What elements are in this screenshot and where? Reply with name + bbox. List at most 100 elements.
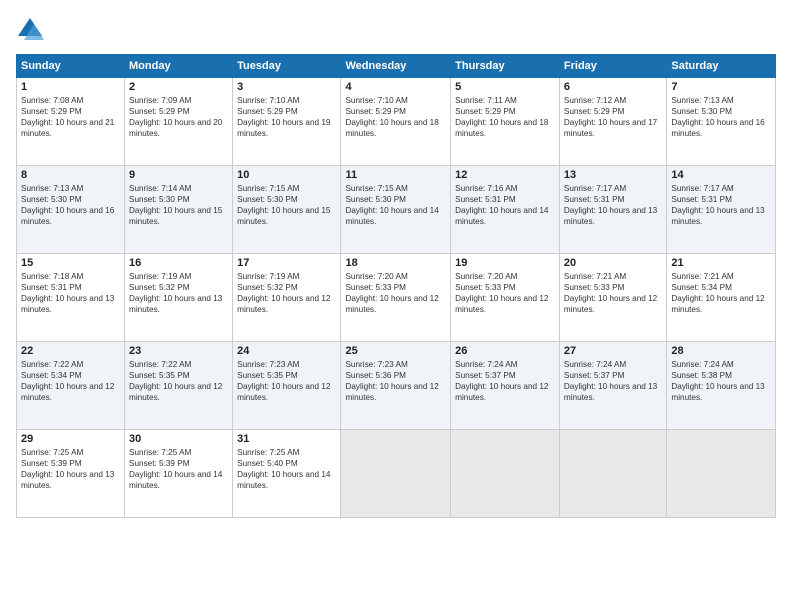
- calendar-cell: 18Sunrise: 7:20 AMSunset: 5:33 PMDayligh…: [341, 254, 451, 342]
- day-number: 4: [345, 81, 446, 93]
- day-number: 23: [129, 345, 228, 357]
- logo: [16, 16, 48, 44]
- day-info: Sunrise: 7:24 AMSunset: 5:37 PMDaylight:…: [455, 359, 555, 403]
- day-number: 15: [21, 257, 120, 269]
- calendar-cell: 21Sunrise: 7:21 AMSunset: 5:34 PMDayligh…: [667, 254, 776, 342]
- day-number: 6: [564, 81, 662, 93]
- calendar-cell: 30 Sunrise: 7:25 AMSunset: 5:39 PMDayligh…: [125, 430, 233, 518]
- day-info: Sunrise: 7:24 AMSunset: 5:37 PMDaylight:…: [564, 359, 662, 403]
- day-info: Sunrise: 7:10 AMSunset: 5:29 PMDaylight:…: [345, 95, 446, 139]
- calendar-week-3: 15 Sunrise: 7:18 AMSunset: 5:31 PMDayligh…: [17, 254, 776, 342]
- calendar-cell: 31 Sunrise: 7:25 AMSunset: 5:40 PMDayligh…: [233, 430, 341, 518]
- calendar-cell: 14Sunrise: 7:17 AMSunset: 5:31 PMDayligh…: [667, 166, 776, 254]
- day-number: 10: [237, 169, 336, 181]
- day-info: Sunrise: 7:22 AMSunset: 5:34 PMDaylight:…: [21, 359, 120, 403]
- calendar-cell: 7 Sunrise: 7:13 AMSunset: 5:30 PMDaylight…: [667, 78, 776, 166]
- day-number: 16: [129, 257, 228, 269]
- day-info: Sunrise: 7:22 AMSunset: 5:35 PMDaylight:…: [129, 359, 228, 403]
- calendar-cell: 29 Sunrise: 7:25 AMSunset: 5:39 PMDayligh…: [17, 430, 125, 518]
- day-number: 9: [129, 169, 228, 181]
- day-number: 26: [455, 345, 555, 357]
- day-number: 17: [237, 257, 336, 269]
- calendar-cell: [559, 430, 666, 518]
- calendar-cell: 1 Sunrise: 7:08 AMSunset: 5:29 PMDaylight…: [17, 78, 125, 166]
- weekday-header-friday: Friday: [559, 55, 666, 78]
- day-info: Sunrise: 7:25 AMSunset: 5:40 PMDaylight:…: [237, 447, 336, 491]
- weekday-header-monday: Monday: [125, 55, 233, 78]
- calendar-cell: 5 Sunrise: 7:11 AMSunset: 5:29 PMDaylight…: [451, 78, 560, 166]
- calendar-header-row: SundayMondayTuesdayWednesdayThursdayFrid…: [17, 55, 776, 78]
- calendar-cell: 6 Sunrise: 7:12 AMSunset: 5:29 PMDaylight…: [559, 78, 666, 166]
- day-info: Sunrise: 7:13 AMSunset: 5:30 PMDaylight:…: [21, 183, 120, 227]
- day-info: Sunrise: 7:11 AMSunset: 5:29 PMDaylight:…: [455, 95, 555, 139]
- day-info: Sunrise: 7:19 AMSunset: 5:32 PMDaylight:…: [129, 271, 228, 315]
- day-info: Sunrise: 7:24 AMSunset: 5:38 PMDaylight:…: [671, 359, 771, 403]
- day-info: Sunrise: 7:20 AMSunset: 5:33 PMDaylight:…: [455, 271, 555, 315]
- day-info: Sunrise: 7:20 AMSunset: 5:33 PMDaylight:…: [345, 271, 446, 315]
- calendar-cell: [341, 430, 451, 518]
- day-number: 31: [237, 433, 336, 445]
- day-number: 24: [237, 345, 336, 357]
- day-info: Sunrise: 7:17 AMSunset: 5:31 PMDaylight:…: [564, 183, 662, 227]
- calendar-cell: 12 Sunrise: 7:16 AMSunset: 5:31 PMDayligh…: [451, 166, 560, 254]
- day-number: 11: [345, 169, 446, 181]
- day-info: Sunrise: 7:25 AMSunset: 5:39 PMDaylight:…: [21, 447, 120, 491]
- calendar-cell: 27 Sunrise: 7:24 AMSunset: 5:37 PMDayligh…: [559, 342, 666, 430]
- day-info: Sunrise: 7:25 AMSunset: 5:39 PMDaylight:…: [129, 447, 228, 491]
- day-number: 3: [237, 81, 336, 93]
- calendar-cell: [451, 430, 560, 518]
- weekday-header-wednesday: Wednesday: [341, 55, 451, 78]
- logo-icon: [16, 16, 44, 44]
- day-info: Sunrise: 7:21 AMSunset: 5:33 PMDaylight:…: [564, 271, 662, 315]
- day-number: 30: [129, 433, 228, 445]
- calendar-cell: 8 Sunrise: 7:13 AMSunset: 5:30 PMDaylight…: [17, 166, 125, 254]
- calendar-week-4: 22 Sunrise: 7:22 AMSunset: 5:34 PMDayligh…: [17, 342, 776, 430]
- day-info: Sunrise: 7:19 AMSunset: 5:32 PMDaylight:…: [237, 271, 336, 315]
- day-number: 1: [21, 81, 120, 93]
- weekday-header-sunday: Sunday: [17, 55, 125, 78]
- calendar-cell: 17 Sunrise: 7:19 AMSunset: 5:32 PMDayligh…: [233, 254, 341, 342]
- day-info: Sunrise: 7:15 AMSunset: 5:30 PMDaylight:…: [345, 183, 446, 227]
- calendar-week-1: 1 Sunrise: 7:08 AMSunset: 5:29 PMDaylight…: [17, 78, 776, 166]
- calendar-cell: 25 Sunrise: 7:23 AMSunset: 5:36 PMDayligh…: [341, 342, 451, 430]
- calendar-table: SundayMondayTuesdayWednesdayThursdayFrid…: [16, 54, 776, 518]
- day-info: Sunrise: 7:15 AMSunset: 5:30 PMDaylight:…: [237, 183, 336, 227]
- day-number: 27: [564, 345, 662, 357]
- calendar-cell: 20Sunrise: 7:21 AMSunset: 5:33 PMDayligh…: [559, 254, 666, 342]
- calendar-cell: 13 Sunrise: 7:17 AMSunset: 5:31 PMDayligh…: [559, 166, 666, 254]
- day-number: 7: [671, 81, 771, 93]
- day-number: 19: [455, 257, 555, 269]
- calendar-cell: 28Sunrise: 7:24 AMSunset: 5:38 PMDayligh…: [667, 342, 776, 430]
- day-info: Sunrise: 7:18 AMSunset: 5:31 PMDaylight:…: [21, 271, 120, 315]
- calendar-cell: 2 Sunrise: 7:09 AMSunset: 5:29 PMDaylight…: [125, 78, 233, 166]
- day-number: 25: [345, 345, 446, 357]
- day-number: 5: [455, 81, 555, 93]
- day-number: 12: [455, 169, 555, 181]
- day-number: 21: [671, 257, 771, 269]
- calendar-cell: 22 Sunrise: 7:22 AMSunset: 5:34 PMDayligh…: [17, 342, 125, 430]
- page: SundayMondayTuesdayWednesdayThursdayFrid…: [0, 0, 792, 612]
- calendar-cell: 3Sunrise: 7:10 AMSunset: 5:29 PMDaylight…: [233, 78, 341, 166]
- calendar-cell: 19 Sunrise: 7:20 AMSunset: 5:33 PMDayligh…: [451, 254, 560, 342]
- day-number: 29: [21, 433, 120, 445]
- day-number: 13: [564, 169, 662, 181]
- day-info: Sunrise: 7:23 AMSunset: 5:36 PMDaylight:…: [345, 359, 446, 403]
- day-info: Sunrise: 7:13 AMSunset: 5:30 PMDaylight:…: [671, 95, 771, 139]
- day-info: Sunrise: 7:12 AMSunset: 5:29 PMDaylight:…: [564, 95, 662, 139]
- calendar-cell: 9Sunrise: 7:14 AMSunset: 5:30 PMDaylight…: [125, 166, 233, 254]
- calendar-cell: 24Sunrise: 7:23 AMSunset: 5:35 PMDayligh…: [233, 342, 341, 430]
- day-info: Sunrise: 7:16 AMSunset: 5:31 PMDaylight:…: [455, 183, 555, 227]
- calendar-cell: 4 Sunrise: 7:10 AMSunset: 5:29 PMDaylight…: [341, 78, 451, 166]
- day-number: 8: [21, 169, 120, 181]
- day-number: 2: [129, 81, 228, 93]
- calendar-week-5: 29 Sunrise: 7:25 AMSunset: 5:39 PMDayligh…: [17, 430, 776, 518]
- day-info: Sunrise: 7:09 AMSunset: 5:29 PMDaylight:…: [129, 95, 228, 139]
- calendar-week-2: 8 Sunrise: 7:13 AMSunset: 5:30 PMDaylight…: [17, 166, 776, 254]
- day-info: Sunrise: 7:08 AMSunset: 5:29 PMDaylight:…: [21, 95, 120, 139]
- weekday-header-saturday: Saturday: [667, 55, 776, 78]
- weekday-header-thursday: Thursday: [451, 55, 560, 78]
- day-number: 22: [21, 345, 120, 357]
- day-info: Sunrise: 7:17 AMSunset: 5:31 PMDaylight:…: [671, 183, 771, 227]
- weekday-header-tuesday: Tuesday: [233, 55, 341, 78]
- calendar-cell: 15 Sunrise: 7:18 AMSunset: 5:31 PMDayligh…: [17, 254, 125, 342]
